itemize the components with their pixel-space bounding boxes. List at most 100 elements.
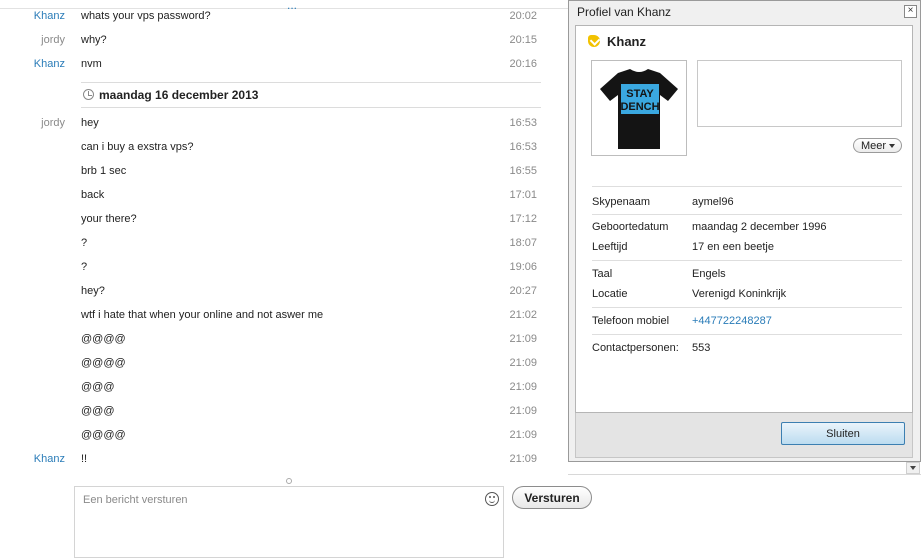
meer-button[interactable]: Meer xyxy=(853,138,902,153)
message-timestamp: 20:27 xyxy=(509,285,537,297)
message-sender: Khanz xyxy=(33,453,65,465)
dialog-title: Profiel van Khanz xyxy=(577,5,672,19)
message-row: jordy why? 20:15 xyxy=(0,29,545,53)
message-row: @@@@ 21:09 xyxy=(0,424,545,448)
divider xyxy=(592,334,902,335)
message-row: can i buy a exstra vps? 16:53 xyxy=(0,136,545,160)
field-value: 553 xyxy=(692,342,711,354)
message-text: brb 1 sec xyxy=(81,165,127,177)
message-timestamp: 17:01 xyxy=(509,189,537,201)
field-value: aymel96 xyxy=(692,196,734,208)
message-row: jordy hey 16:53 xyxy=(0,112,545,136)
shirt-text-line1: STAY xyxy=(626,88,654,100)
field-value: 17 en een beetje xyxy=(692,241,774,253)
message-text: why? xyxy=(81,34,107,46)
message-text: wtf i hate that when your online and not… xyxy=(81,309,324,321)
field-value: Engels xyxy=(692,268,726,280)
field-label: Leeftijd xyxy=(592,241,628,253)
message-text: !! xyxy=(81,453,88,465)
message-sender: jordy xyxy=(41,117,65,129)
message-timestamp: 16:55 xyxy=(509,165,537,177)
message-text: ? xyxy=(81,261,88,273)
field-label: Geboortedatum xyxy=(592,221,669,233)
message-text: hey? xyxy=(81,285,105,297)
message-row: Khanz whats your vps password? 20:02 xyxy=(0,5,545,29)
message-row: brb 1 sec 16:55 xyxy=(0,160,545,184)
message-timestamp: 20:02 xyxy=(509,10,537,22)
message-row: wtf i hate that when your online and not… xyxy=(0,304,545,328)
dialog-footer: Sluiten xyxy=(575,413,913,458)
message-row: Khanz!! 21:09 xyxy=(0,448,545,472)
message-text: @@@@ xyxy=(81,333,126,345)
message-input[interactable] xyxy=(81,491,465,509)
field-value: maandag 2 december 1996 xyxy=(692,221,827,233)
profile-name: Khanz xyxy=(607,34,646,49)
field-label: Telefoon mobiel xyxy=(592,315,670,327)
resize-handle[interactable] xyxy=(286,478,292,484)
message-timestamp: 17:12 xyxy=(509,213,537,225)
mood-message-box xyxy=(697,60,902,127)
message-row: your there? 17:12 xyxy=(0,208,545,232)
message-timestamp: 21:02 xyxy=(509,309,537,321)
chat-history: ... Khanz whats your vps password? 20:02 jo… xyxy=(0,0,568,470)
message-timestamp: 19:06 xyxy=(509,261,537,273)
divider xyxy=(592,260,902,261)
date-separator-label: maandag 16 december 2013 xyxy=(99,88,259,102)
divider xyxy=(592,214,902,215)
message-timestamp: 21:09 xyxy=(509,381,537,393)
field-label: Skypenaam xyxy=(592,196,651,208)
field-value: Verenigd Koninkrijk xyxy=(692,288,787,300)
message-row: ? 18:07 xyxy=(0,232,545,256)
divider xyxy=(568,474,921,475)
date-separator: maandag 16 december 2013 xyxy=(81,82,541,108)
dialog-titlebar[interactable]: Profiel van Khanz × xyxy=(569,1,920,22)
message-row: Khanz nvm 20:16 xyxy=(0,53,545,77)
message-composer xyxy=(74,486,504,558)
scroll-down-arrow-icon[interactable] xyxy=(906,462,920,474)
field-label: Taal xyxy=(592,268,613,280)
message-row: @@@ 21:09 xyxy=(0,376,545,400)
status-away-icon xyxy=(588,35,600,47)
message-text: hey xyxy=(81,117,99,129)
message-text: ? xyxy=(81,237,88,249)
profile-panel: Khanz STAY DENCH Meer Skypenaam aymel96 … xyxy=(575,25,913,413)
close-icon[interactable]: × xyxy=(904,5,917,18)
message-text: back xyxy=(81,189,105,201)
divider xyxy=(592,307,902,308)
chevron-down-icon xyxy=(889,144,895,148)
message-timestamp: 21:09 xyxy=(509,405,537,417)
message-row: @@@ 21:09 xyxy=(0,400,545,424)
message-row: back 17:01 xyxy=(0,184,545,208)
message-sender: Khanz xyxy=(33,58,65,70)
avatar: STAY DENCH xyxy=(591,60,687,156)
close-button[interactable]: Sluiten xyxy=(781,422,905,445)
message-timestamp: 21:09 xyxy=(509,333,537,345)
message-row: hey? 20:27 xyxy=(0,280,545,304)
message-row: ? 19:06 xyxy=(0,256,545,280)
message-text: @@@ xyxy=(81,381,115,393)
message-timestamp: 16:53 xyxy=(509,117,537,129)
message-timestamp: 21:09 xyxy=(509,429,537,441)
divider xyxy=(592,186,902,187)
meer-label: Meer xyxy=(860,139,887,152)
message-timestamp: 18:07 xyxy=(509,237,537,249)
shirt-text-line2: DENCH xyxy=(620,101,659,113)
phone-link[interactable]: +447722248287 xyxy=(692,315,772,327)
field-label: Contactpersonen: xyxy=(592,342,679,354)
message-timestamp: 21:09 xyxy=(509,453,537,465)
message-sender: jordy xyxy=(41,34,65,46)
send-button[interactable]: Versturen xyxy=(512,486,592,509)
message-row: @@@@ 21:09 xyxy=(0,352,545,376)
message-timestamp: 20:15 xyxy=(509,34,537,46)
message-text: whats your vps password? xyxy=(81,10,211,22)
message-text: @@@@ xyxy=(81,429,126,441)
emoticon-icon[interactable] xyxy=(485,492,499,506)
message-row: @@@@ 21:09 xyxy=(0,328,545,352)
message-text: nvm xyxy=(81,58,102,70)
message-text: your there? xyxy=(81,213,137,225)
message-sender: Khanz xyxy=(33,10,65,22)
field-label: Locatie xyxy=(592,288,628,300)
avatar-image: STAY DENCH xyxy=(592,61,686,155)
clock-icon xyxy=(83,89,94,100)
message-timestamp: 16:53 xyxy=(509,141,537,153)
